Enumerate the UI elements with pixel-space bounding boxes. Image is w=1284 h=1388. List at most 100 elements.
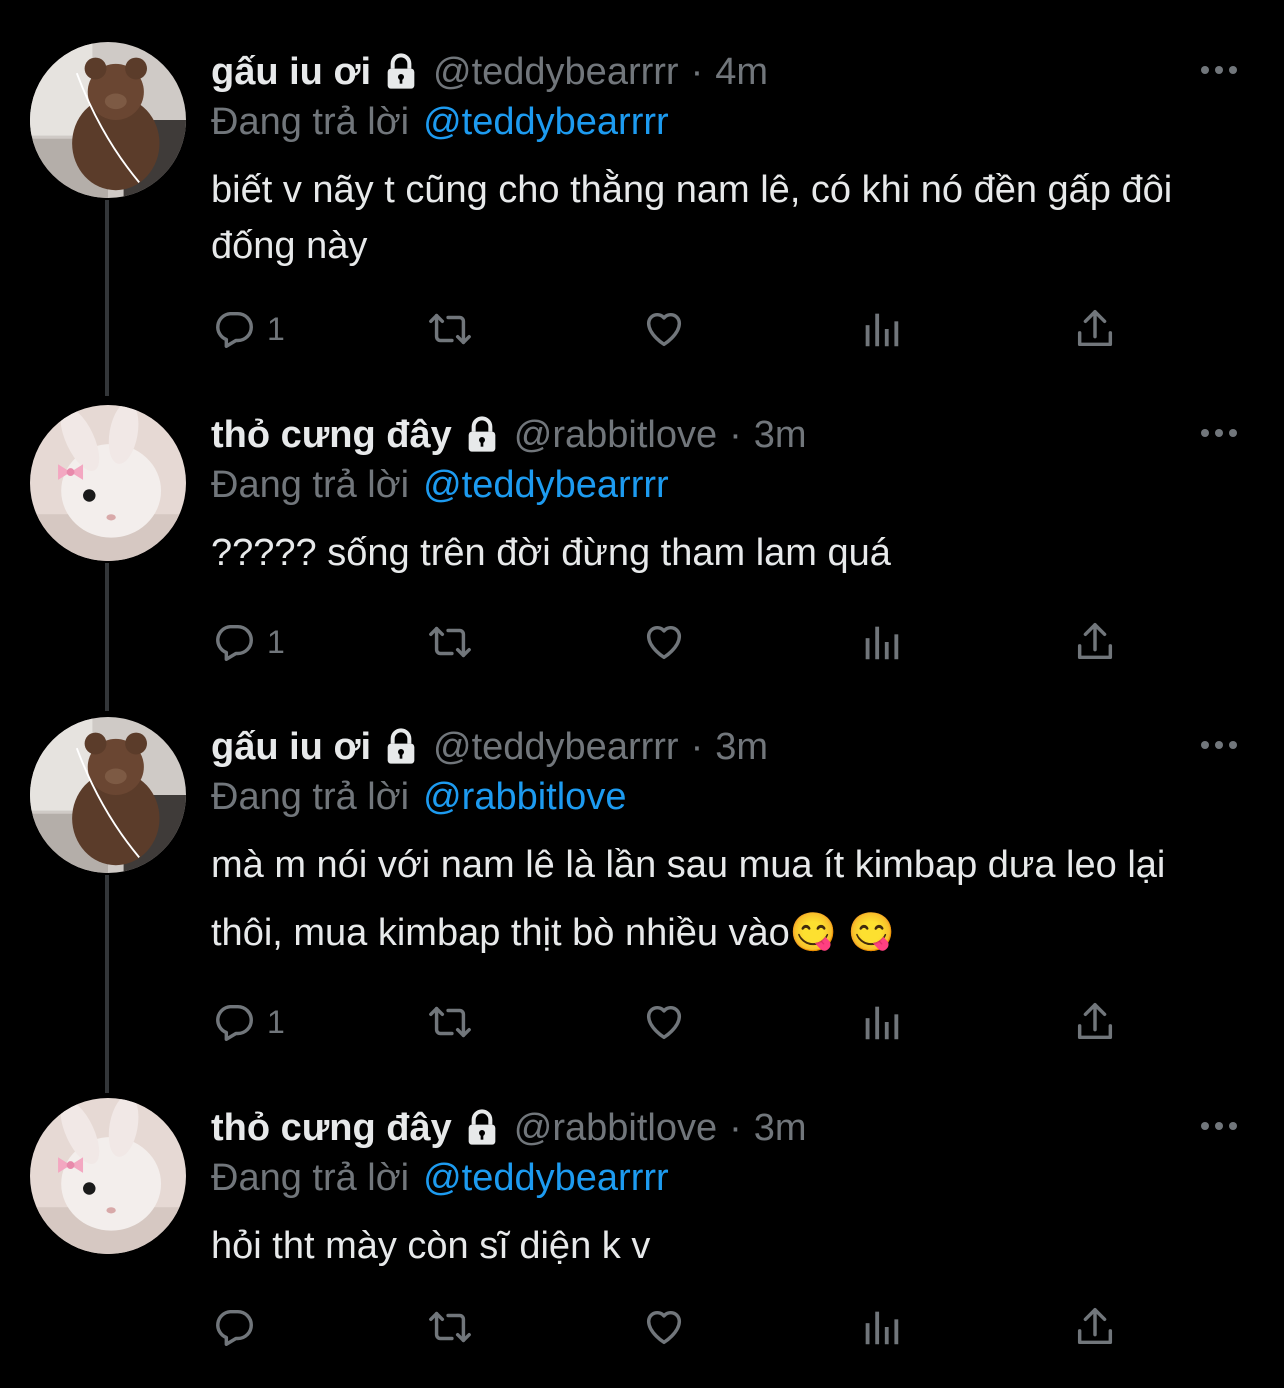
share-icon (1072, 619, 1118, 665)
tweet-header: thỏ cưng đây @rabbitlove · 3m (211, 409, 807, 461)
like-button[interactable] (641, 617, 687, 667)
retweet-icon (427, 1304, 473, 1350)
reply-icon (211, 1304, 257, 1350)
tweet[interactable]: thỏ cưng đây @rabbitlove · 3m Đang trả l… (0, 403, 1284, 693)
reply-mention-link[interactable]: @teddybearrrr (423, 101, 669, 143)
tweet-text: biết v nãy t cũng cho thằng nam lê, có k… (211, 169, 1173, 267)
replying-to-label: Đang trả lời (211, 101, 410, 143)
lock-icon (381, 727, 421, 767)
retweet-button[interactable] (427, 304, 473, 354)
user-handle[interactable]: @rabbitlove (514, 1102, 717, 1154)
share-icon (1072, 1304, 1118, 1350)
timestamp[interactable]: 3m (754, 1102, 807, 1154)
reply-icon (211, 619, 257, 665)
like-button[interactable] (641, 304, 687, 354)
tweet-text: mà m nói với nam lê là lần sau mua ít ki… (211, 844, 1166, 954)
retweet-icon (427, 619, 473, 665)
bunny-avatar-icon (30, 1098, 186, 1254)
reply-button[interactable] (211, 1302, 267, 1352)
more-options-icon[interactable] (1198, 60, 1240, 80)
reply-mention-link[interactable]: @teddybearrrr (423, 1157, 669, 1199)
reply-mention-link[interactable]: @teddybearrrr (423, 464, 669, 506)
reply-button[interactable]: 1 (211, 304, 285, 354)
heart-icon (641, 1304, 687, 1350)
replying-to-label: Đang trả lời (211, 776, 410, 818)
share-icon (1072, 306, 1118, 352)
lock-icon (462, 415, 502, 455)
retweet-icon (427, 306, 473, 352)
replying-to: Đang trả lời @teddybearrrr (211, 1152, 669, 1204)
avatar[interactable] (30, 717, 186, 873)
replying-to-label: Đang trả lời (211, 464, 410, 506)
views-button[interactable] (858, 997, 904, 1047)
views-icon (858, 306, 904, 352)
like-button[interactable] (641, 997, 687, 1047)
display-name[interactable]: gấu iu ơi (211, 46, 371, 98)
more-options-icon[interactable] (1198, 423, 1240, 443)
tweet-actions: 1 (211, 997, 1131, 1047)
tweet-text: hỏi tht mày còn sĩ diện k v (211, 1225, 651, 1267)
avatar[interactable] (30, 42, 186, 198)
display-name[interactable]: thỏ cưng đây (211, 409, 452, 461)
separator-dot: · (729, 414, 742, 456)
more-options-icon[interactable] (1198, 735, 1240, 755)
tweet-header: thỏ cưng đây @rabbitlove · 3m (211, 1102, 807, 1154)
reply-mention-link[interactable]: @rabbitlove (423, 776, 626, 818)
tweet[interactable]: thỏ cưng đây @rabbitlove · 3m Đang trả l… (0, 1096, 1284, 1388)
separator-dot: · (729, 1107, 742, 1149)
tweet-actions: 1 (211, 617, 1131, 667)
reply-count: 1 (267, 310, 285, 347)
replying-to: Đang trả lời @rabbitlove (211, 771, 626, 823)
user-handle[interactable]: @teddybearrrr (433, 721, 679, 773)
tweet-header: gấu iu ơi @teddybearrrr · 3m (211, 721, 768, 773)
more-options-icon[interactable] (1198, 1116, 1240, 1136)
bunny-avatar-icon (30, 405, 186, 561)
retweet-button[interactable] (427, 1302, 473, 1352)
timestamp[interactable]: 4m (715, 46, 768, 98)
views-button[interactable] (858, 1302, 904, 1352)
share-button[interactable] (1072, 304, 1118, 354)
reply-button[interactable]: 1 (211, 997, 285, 1047)
replying-to: Đang trả lời @teddybearrrr (211, 96, 669, 148)
share-icon (1072, 999, 1118, 1045)
heart-icon (641, 999, 687, 1045)
lock-icon (381, 52, 421, 92)
tweet-text: ????? sống trên đời đừng tham lam quá (211, 532, 891, 574)
display-name[interactable]: thỏ cưng đây (211, 1102, 452, 1154)
retweet-button[interactable] (427, 997, 473, 1047)
tweet[interactable]: gấu iu ơi @teddybearrrr · 4m Đang trả lờ… (0, 40, 1284, 370)
views-icon (858, 619, 904, 665)
avatar[interactable] (30, 405, 186, 561)
share-button[interactable] (1072, 617, 1118, 667)
separator-dot: · (690, 726, 704, 768)
reply-count: 1 (267, 623, 285, 660)
reply-icon (211, 999, 257, 1045)
teddy-bear-avatar-icon (30, 42, 186, 198)
replying-to-label: Đang trả lời (211, 1157, 410, 1199)
separator-dot: · (690, 51, 704, 93)
timestamp[interactable]: 3m (715, 721, 768, 773)
views-button[interactable] (858, 304, 904, 354)
reply-icon (211, 306, 257, 352)
teddy-bear-avatar-icon (30, 717, 186, 873)
like-button[interactable] (641, 1302, 687, 1352)
lock-icon (462, 1108, 502, 1148)
tweet[interactable]: gấu iu ơi @teddybearrrr · 3m Đang trả lờ… (0, 715, 1284, 1075)
heart-icon (641, 619, 687, 665)
retweet-button[interactable] (427, 617, 473, 667)
views-button[interactable] (858, 617, 904, 667)
share-button[interactable] (1072, 1302, 1118, 1352)
retweet-icon (427, 999, 473, 1045)
heart-icon (641, 306, 687, 352)
timestamp[interactable]: 3m (754, 409, 807, 461)
user-handle[interactable]: @rabbitlove (514, 409, 717, 461)
replying-to: Đang trả lời @teddybearrrr (211, 459, 669, 511)
reply-count: 1 (267, 1003, 285, 1040)
display-name[interactable]: gấu iu ơi (211, 721, 371, 773)
user-handle[interactable]: @teddybearrrr (433, 46, 679, 98)
views-icon (858, 999, 904, 1045)
avatar[interactable] (30, 1098, 186, 1254)
reply-button[interactable]: 1 (211, 617, 285, 667)
share-button[interactable] (1072, 997, 1118, 1047)
tweet-actions: 1 (211, 304, 1131, 354)
